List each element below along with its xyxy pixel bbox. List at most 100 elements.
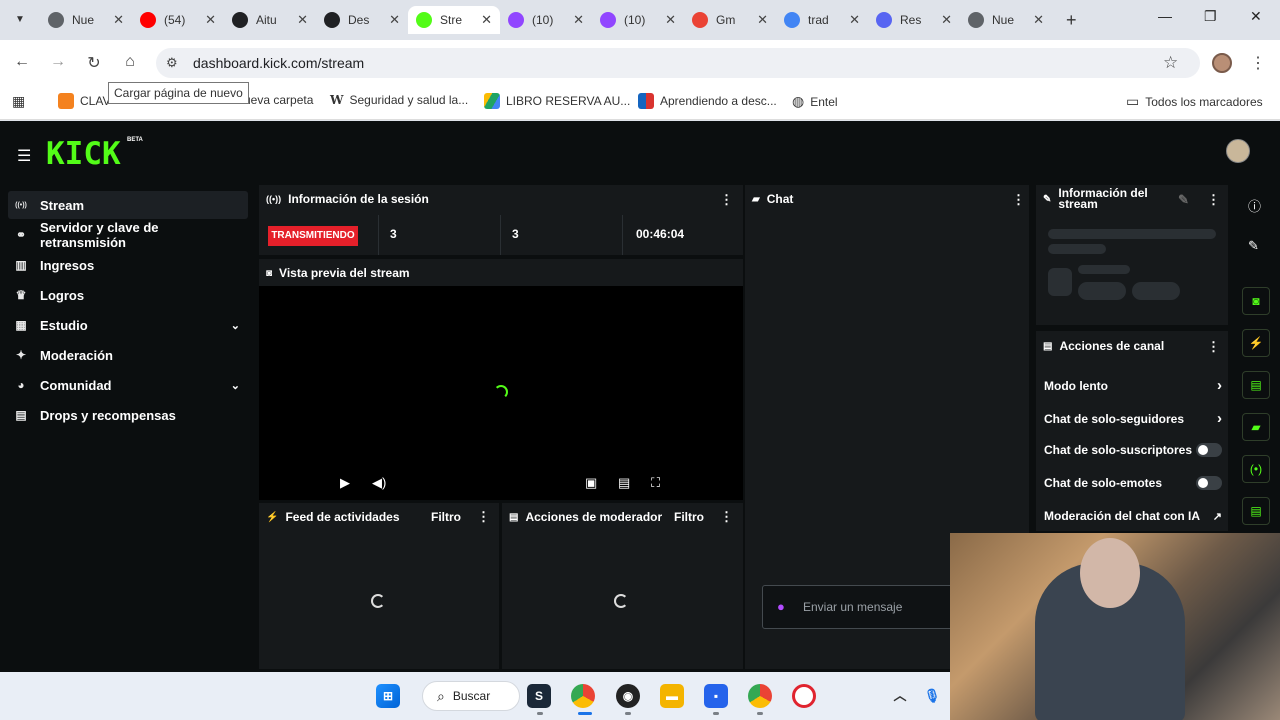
minimize-icon[interactable]: —	[1158, 8, 1172, 24]
sidebar-item-comunidad[interactable]: ◕ Comunidad ⌄	[8, 371, 248, 399]
profile-avatar[interactable]	[1212, 53, 1232, 73]
kick-logo[interactable]: KICK	[46, 136, 121, 172]
toggle-switch[interactable]	[1196, 476, 1222, 490]
windows-start-icon[interactable]: ⊞	[376, 684, 400, 708]
microphone-icon[interactable]: 🎙	[920, 684, 944, 708]
clipboard-icon[interactable]: ▤	[1242, 497, 1270, 525]
edit-icon[interactable]: ✎	[1248, 238, 1259, 254]
user-avatar[interactable]	[1226, 139, 1250, 163]
all-bookmarks[interactable]: ▭ Todos los marcadores	[1126, 93, 1263, 110]
browser-tab[interactable]: (10) ✕	[592, 6, 684, 34]
browser-menu-icon[interactable]: ⋮	[1250, 53, 1266, 73]
chat-menu-icon[interactable]: ⋮	[1012, 192, 1025, 208]
obs-icon[interactable]: ◉	[616, 684, 640, 708]
browser-tab[interactable]: (10) ✕	[500, 6, 592, 34]
microphone-icon[interactable]: ●	[777, 599, 785, 614]
url-text[interactable]: dashboard.kick.com/stream	[193, 55, 364, 71]
back-icon[interactable]: ←	[11, 53, 33, 71]
opera-icon[interactable]	[792, 684, 816, 708]
forward-icon[interactable]: →	[47, 53, 69, 71]
miniplayer-icon[interactable]: ▣	[585, 475, 597, 491]
broadcast-icon[interactable]: (•)	[1242, 455, 1270, 483]
close-tab-icon[interactable]: ✕	[757, 12, 768, 28]
browser-tab[interactable]: (54) ✕	[132, 6, 224, 34]
bookmark-aprendiendo[interactable]: Aprendiendo a desc...	[638, 93, 777, 109]
close-tab-icon[interactable]: ✕	[849, 12, 860, 28]
tray-chevron-icon[interactable]: ︿	[888, 684, 912, 708]
channel-action-row[interactable]: Chat de solo-suscriptores	[1044, 443, 1222, 457]
play-icon[interactable]: ▶	[340, 475, 350, 491]
close-tab-icon[interactable]: ✕	[389, 12, 400, 28]
bookmark-clav[interactable]: CLAV	[58, 93, 110, 109]
file-explorer-icon[interactable]: ▬	[660, 684, 684, 708]
volume-icon[interactable]: ◀)	[372, 475, 386, 491]
lightning-icon[interactable]: ⚡	[1242, 329, 1270, 357]
channel-actions-menu-icon[interactable]: ⋮	[1207, 339, 1220, 355]
mod-actions-menu-icon[interactable]: ⋮	[720, 509, 733, 525]
channel-action-row[interactable]: Modo lento ›	[1044, 377, 1222, 394]
chrome-icon[interactable]	[748, 684, 772, 708]
browser-tab[interactable]: Aitu ✕	[224, 6, 316, 34]
document-icon[interactable]: ▤	[1242, 371, 1270, 399]
close-tab-icon[interactable]: ✕	[941, 12, 952, 28]
close-tab-icon[interactable]: ✕	[297, 12, 308, 28]
taskbar-search[interactable]: ⌕ Buscar	[422, 681, 520, 711]
chat-message-input[interactable]: ● Enviar un mensaje	[762, 585, 962, 629]
chevron-down-icon[interactable]: ⌄	[231, 319, 240, 332]
tab-search-icon[interactable]: ▼	[10, 10, 30, 30]
fullscreen-icon[interactable]: ⛶	[651, 475, 660, 491]
theater-mode-icon[interactable]: ▤	[618, 475, 630, 491]
chrome-profile-icon[interactable]	[571, 684, 595, 708]
browser-tab[interactable]: Res ✕	[868, 6, 960, 34]
activity-feed-menu-icon[interactable]: ⋮	[477, 509, 490, 525]
reload-icon[interactable]: ↻	[83, 53, 105, 73]
roblox-icon[interactable]: ▪	[704, 684, 728, 708]
close-window-icon[interactable]: ✕	[1250, 8, 1262, 25]
browser-tab[interactable]: Des ✕	[316, 6, 408, 34]
bookmark-entel[interactable]: ◍ Entel	[792, 93, 838, 110]
sidebar-item-estudio[interactable]: ▦ Estudio ⌄	[8, 311, 248, 339]
channel-action-row[interactable]: Chat de solo-seguidores ›	[1044, 410, 1222, 427]
browser-tab[interactable]: Gm ✕	[684, 6, 776, 34]
info-icon[interactable]: ⓘ	[1248, 196, 1261, 215]
chevron-right-icon[interactable]: ›	[1217, 377, 1222, 394]
sidebar-item-logros[interactable]: ♛ Logros	[8, 281, 248, 309]
apps-grid-icon[interactable]: ▦	[12, 93, 25, 110]
toggle-switch[interactable]	[1196, 443, 1222, 457]
site-info-icon[interactable]: ⚙	[166, 55, 178, 71]
bookmark-libro[interactable]: LIBRO RESERVA AU...	[484, 93, 630, 109]
close-tab-icon[interactable]: ✕	[481, 12, 492, 28]
chevron-down-icon[interactable]: ⌄	[231, 379, 240, 392]
restore-icon[interactable]: ❐	[1204, 8, 1217, 25]
close-tab-icon[interactable]: ✕	[205, 12, 216, 28]
close-tab-icon[interactable]: ✕	[665, 12, 676, 28]
bookmark-star-icon[interactable]: ☆	[1163, 53, 1178, 73]
sidebar-item-servidor[interactable]: ⚭ Servidor y clave de retransmisión	[8, 220, 248, 250]
close-tab-icon[interactable]: ✕	[573, 12, 584, 28]
mod-filter-button[interactable]: Filtro	[674, 510, 704, 524]
channel-action-row[interactable]: Chat de solo-emotes	[1044, 476, 1222, 490]
browser-tab[interactable]: Stre ✕	[408, 6, 500, 34]
bookmark-seguridad[interactable]: W Seguridad y salud la...	[330, 93, 468, 107]
edit-icon[interactable]: ✎	[1178, 192, 1189, 208]
chat-icon[interactable]: ▰	[1242, 413, 1270, 441]
activity-filter-button[interactable]: Filtro	[431, 510, 461, 524]
preview-toggle-icon[interactable]: ◙	[1242, 287, 1270, 315]
steam-icon[interactable]: S	[527, 684, 551, 708]
bookmark-folder[interactable]: ueva carpeta	[244, 93, 313, 107]
session-info-menu-icon[interactable]: ⋮	[720, 192, 733, 208]
browser-tab[interactable]: Nue ✕	[40, 6, 132, 34]
sidebar-item-drops[interactable]: ▤ Drops y recompensas	[8, 401, 248, 429]
new-tab-button[interactable]: +	[1066, 10, 1077, 31]
external-link-icon[interactable]: ↗	[1213, 510, 1222, 523]
sidebar-item-moderación[interactable]: ✦ Moderación	[8, 341, 248, 369]
chevron-right-icon[interactable]: ›	[1217, 410, 1222, 427]
browser-tab[interactable]: trad ✕	[776, 6, 868, 34]
browser-tab[interactable]: Nue ✕	[960, 6, 1052, 34]
menu-icon[interactable]: ☰	[17, 146, 31, 166]
home-icon[interactable]: ⌂	[119, 53, 141, 71]
stream-info-menu-icon[interactable]: ⋮	[1207, 192, 1220, 208]
channel-action-row[interactable]: Moderación del chat con IA ↗	[1044, 509, 1222, 523]
close-tab-icon[interactable]: ✕	[1033, 12, 1044, 28]
sidebar-item-stream[interactable]: ((•)) Stream	[8, 191, 248, 219]
